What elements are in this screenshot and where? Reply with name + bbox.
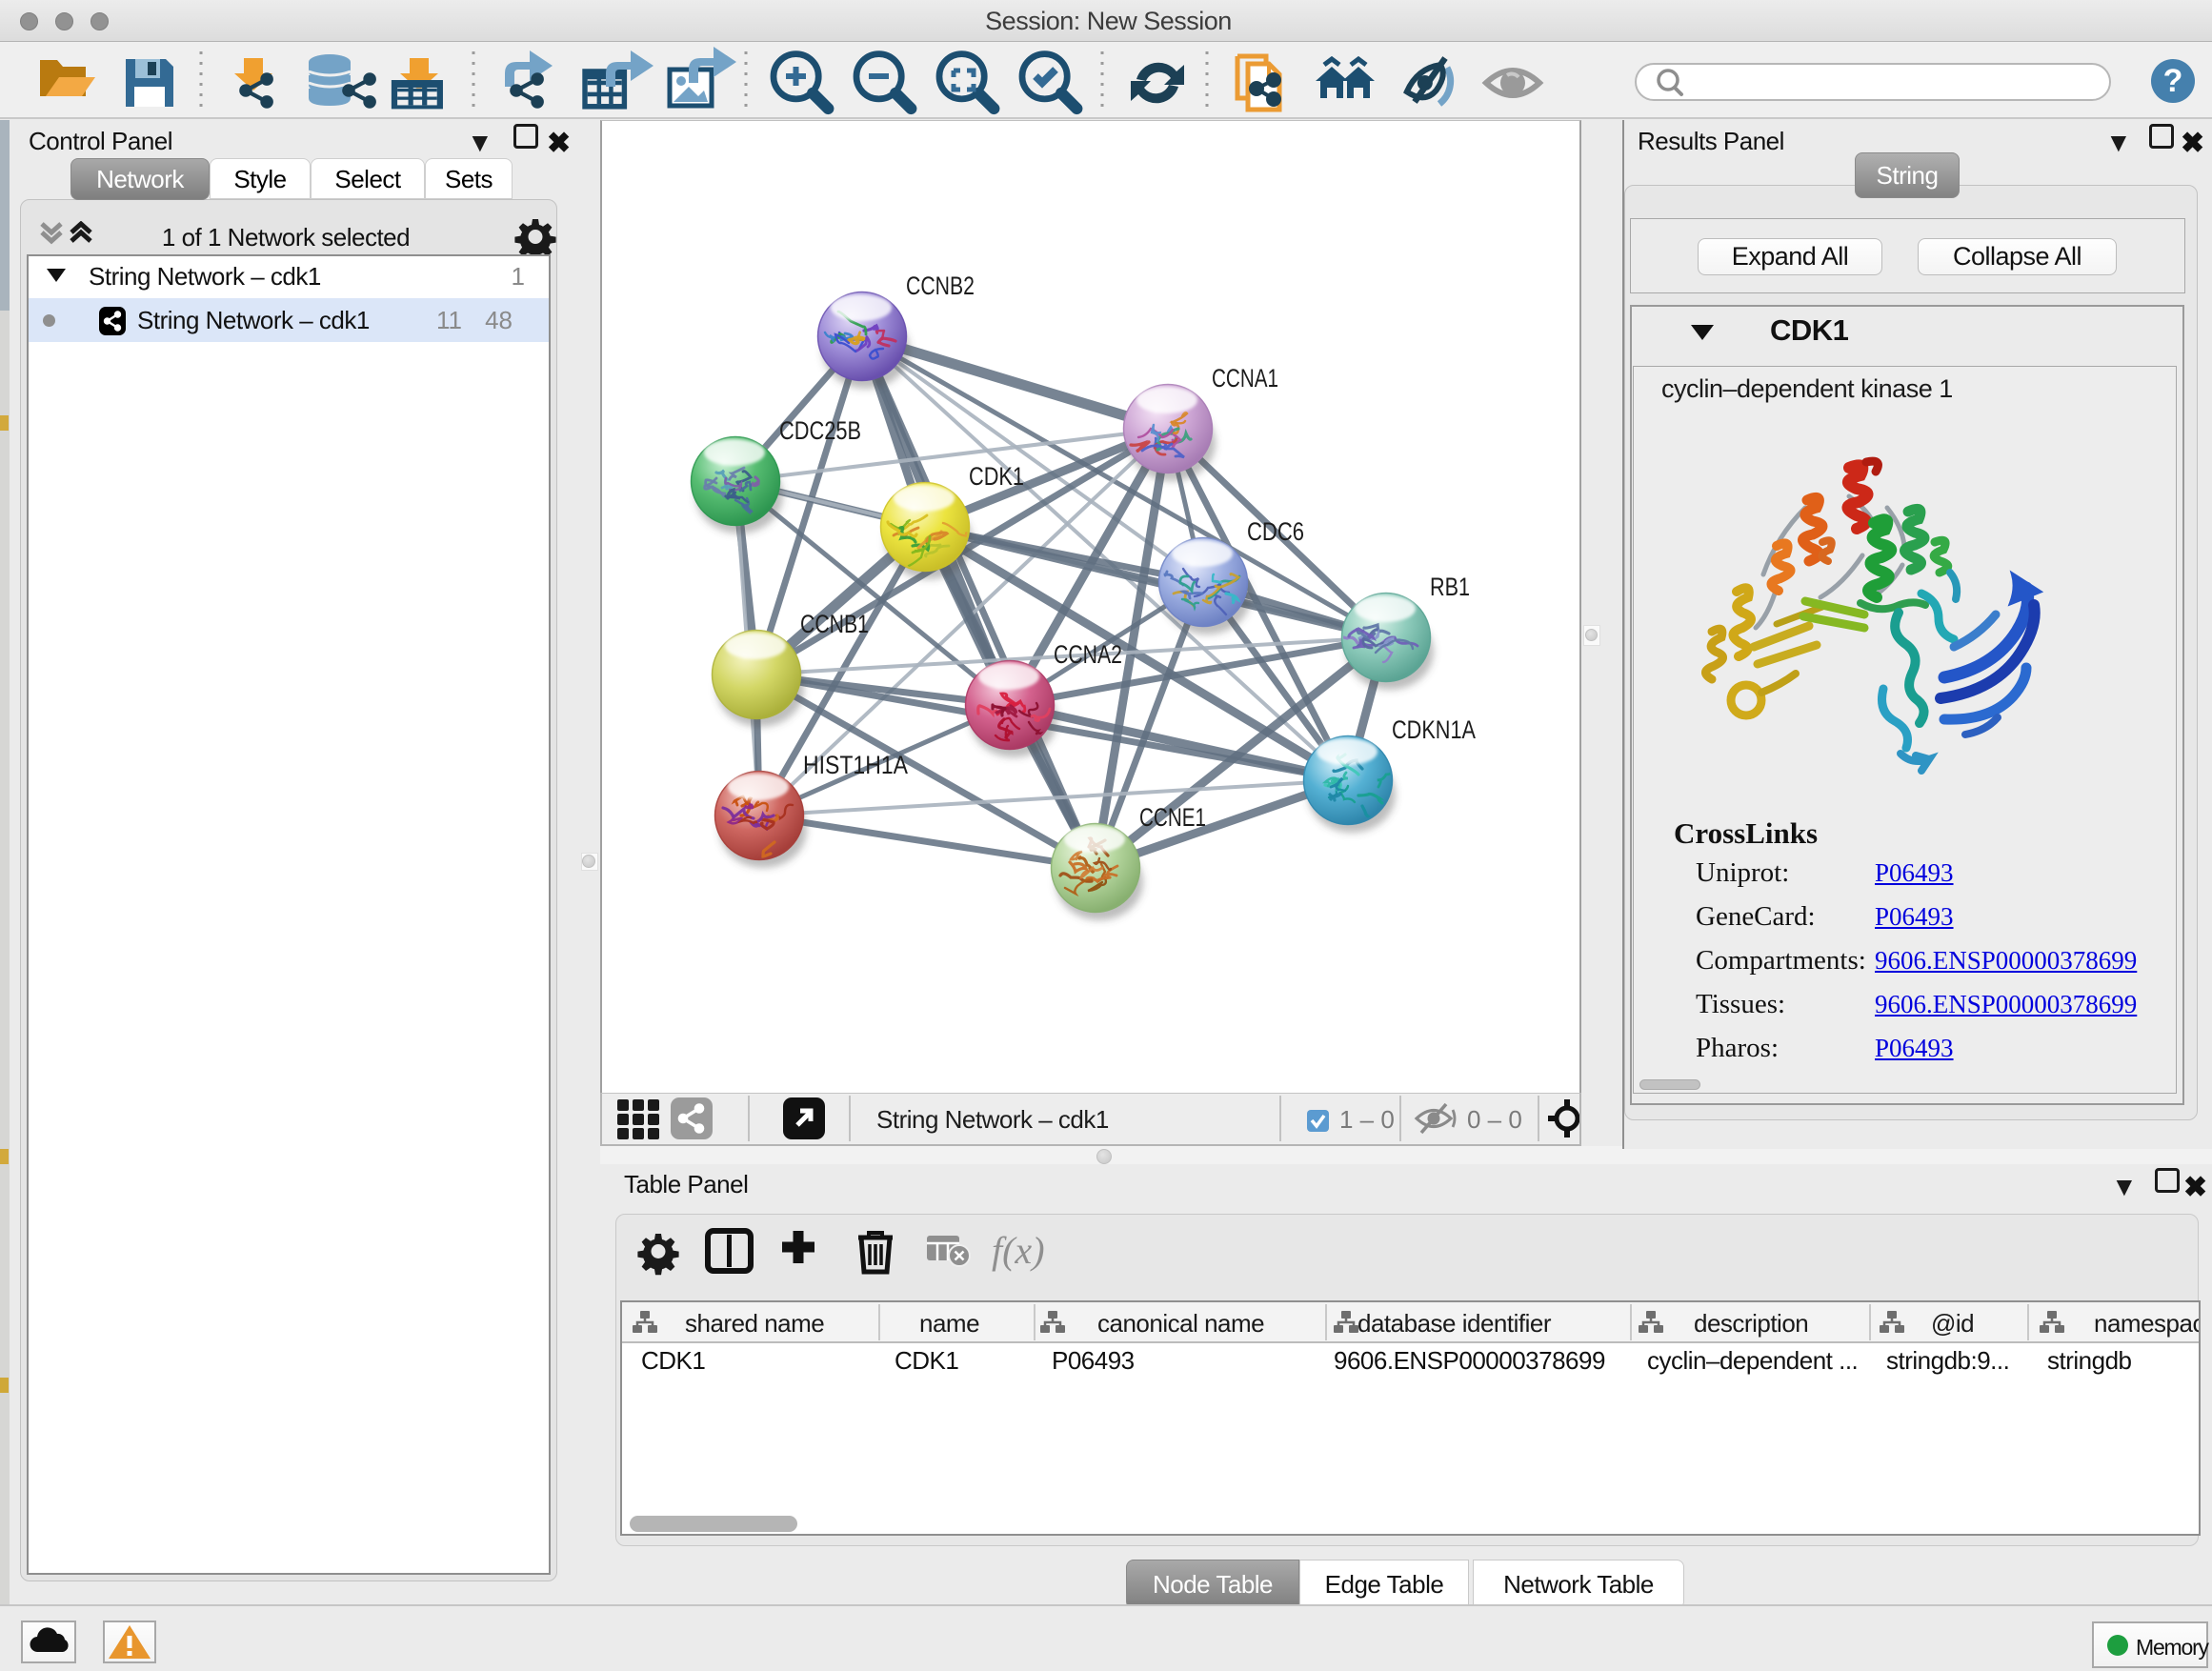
svg-text:CDK1: CDK1 — [969, 462, 1024, 491]
svg-text:stringdb: stringdb — [2047, 1346, 2132, 1375]
svg-text:database identifier: database identifier — [1357, 1309, 1552, 1338]
svg-text:f(x): f(x) — [992, 1229, 1045, 1272]
svg-text:CDC6: CDC6 — [1247, 517, 1304, 546]
svg-text:cyclin–dependent ...: cyclin–dependent ... — [1647, 1346, 1858, 1375]
svg-text:stringdb:9...: stringdb:9... — [1886, 1346, 2009, 1375]
svg-text:CDK1: CDK1 — [641, 1346, 705, 1375]
svg-text:String Network – cdk1: String Network – cdk1 — [876, 1105, 1109, 1134]
svg-text:HIST1H1A: HIST1H1A — [803, 751, 908, 779]
svg-text:CDKN1A: CDKN1A — [1392, 715, 1476, 744]
svg-text:9606.ENSP00000378699: 9606.ENSP00000378699 — [1334, 1346, 1605, 1375]
svg-text:1 – 0: 1 – 0 — [1339, 1105, 1395, 1134]
svg-text:CCNB1: CCNB1 — [800, 610, 869, 638]
svg-text:CCNA1: CCNA1 — [1212, 364, 1278, 393]
svg-text:name: name — [919, 1309, 979, 1338]
svg-text:@id: @id — [1931, 1309, 1974, 1338]
svg-text:CDK1: CDK1 — [895, 1346, 958, 1375]
svg-text:namespac: namespac — [2094, 1309, 2199, 1338]
svg-text:0 – 0: 0 – 0 — [1467, 1105, 1522, 1134]
svg-text:P06493: P06493 — [1052, 1346, 1135, 1375]
svg-text:canonical name: canonical name — [1097, 1309, 1264, 1338]
svg-text:shared name: shared name — [685, 1309, 824, 1338]
svg-text:CCNA2: CCNA2 — [1054, 640, 1122, 669]
svg-text:CCNB2: CCNB2 — [906, 272, 975, 300]
svg-text:CCNE1: CCNE1 — [1139, 803, 1206, 832]
svg-text:RB1: RB1 — [1430, 573, 1470, 601]
svg-text:description: description — [1694, 1309, 1808, 1338]
svg-text:CDC25B: CDC25B — [779, 416, 861, 445]
